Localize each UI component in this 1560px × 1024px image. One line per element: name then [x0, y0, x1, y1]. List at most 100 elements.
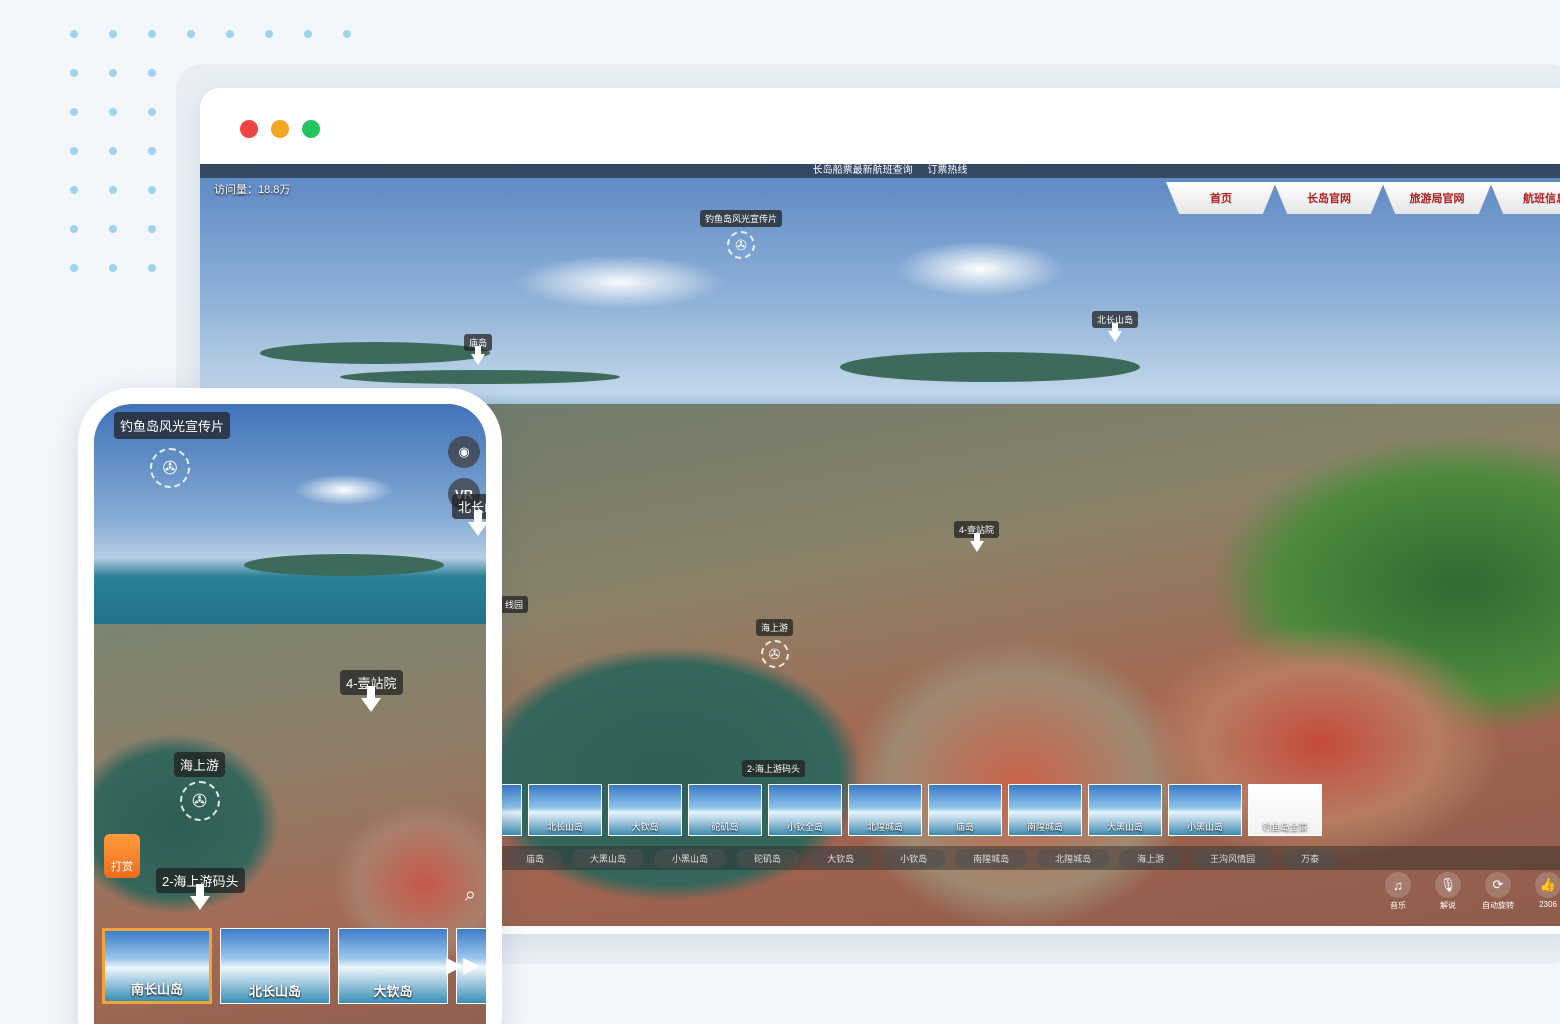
- like-count: 2306: [1539, 900, 1557, 909]
- hotspot-label: 海上游: [756, 619, 794, 636]
- decorative-dot: [148, 30, 156, 38]
- hotspot-beichangshan[interactable]: 北长山岛: [1092, 311, 1139, 342]
- down-arrow-icon: [1108, 323, 1122, 342]
- decorative-dot: [304, 30, 312, 38]
- hotspot-label: 线园: [500, 596, 529, 613]
- hotspot-tuodao[interactable]: 庙岛: [464, 334, 493, 365]
- decorative-dot: [70, 186, 78, 194]
- close-window-button[interactable]: [240, 120, 258, 138]
- hotspot-label: 2-海上游码头: [742, 760, 806, 777]
- category-item[interactable]: 庙岛: [508, 848, 563, 868]
- tool-label: 音乐: [1390, 901, 1406, 910]
- category-item[interactable]: 大钦岛: [809, 848, 873, 868]
- ticket-hotline-link[interactable]: 订票热线: [927, 165, 967, 176]
- category-item[interactable]: 万泰: [1283, 848, 1338, 868]
- thumbnail-label: 大黑山岛: [1106, 822, 1143, 832]
- hotspot-matou[interactable]: 2-海上游码头: [156, 868, 245, 910]
- hotspot-label: 海上游: [174, 752, 226, 777]
- decorative-dot: [70, 264, 78, 272]
- island-shape: [340, 370, 620, 384]
- hotspot-haishangyou[interactable]: 海上游 ✇: [174, 752, 226, 821]
- tab-tourism-bureau[interactable]: 旅游局官网: [1382, 182, 1492, 214]
- mic-icon: 🎙: [1435, 872, 1461, 898]
- scene-thumbnail[interactable]: 小钦全岛: [768, 784, 842, 836]
- like-icon: 👍: [1535, 872, 1560, 898]
- mobile-panorama-viewer[interactable]: 钓鱼岛风光宣传片 ✇ ◉ VR 北长山 4-壹站院 海上游 ✇ 2-海上游码头 …: [94, 404, 486, 1024]
- decorative-dot: [109, 186, 117, 194]
- visit-counter: 访问量：18.8万: [214, 184, 291, 196]
- decorative-dot: [109, 225, 117, 233]
- scene-thumbnail[interactable]: [500, 784, 522, 836]
- tab-flight-info[interactable]: 航班信息: [1490, 182, 1560, 214]
- down-arrow-icon: [190, 884, 211, 910]
- scene-thumbnail[interactable]: 庙岛: [928, 784, 1002, 836]
- thumbnail-label: 北长山岛: [248, 984, 301, 999]
- flight-query-link[interactable]: 长岛船票最新航班查询: [813, 165, 913, 176]
- film-reel-icon[interactable]: ✇: [150, 448, 190, 488]
- category-item[interactable]: 砣矶岛: [736, 848, 800, 868]
- hotspot-promo-video[interactable]: 钓鱼岛风光宣传片 ✇: [700, 210, 783, 259]
- tab-home[interactable]: 首页: [1166, 182, 1276, 214]
- category-item[interactable]: 北隍城岛: [1037, 848, 1110, 868]
- category-item[interactable]: 南隍城岛: [955, 848, 1028, 868]
- maximize-window-button[interactable]: [302, 120, 320, 138]
- hotspot-yizhanyuan[interactable]: 4-壹站院: [340, 670, 403, 712]
- thumbnail-label: 钓鱼岛全景: [1262, 822, 1308, 832]
- like-button[interactable]: 👍 2306: [1528, 872, 1560, 911]
- scene-thumbnail[interactable]: 砣矶岛: [688, 784, 762, 836]
- scene-thumbnail[interactable]: 小黑山岛: [1168, 784, 1242, 836]
- thumbnail-label: 大钦岛: [373, 984, 413, 999]
- decorative-dot: [109, 147, 117, 155]
- island-shape: [244, 554, 444, 576]
- hotspot-label: 钓鱼岛风光宣传片: [700, 210, 783, 227]
- film-reel-icon: ✇: [179, 781, 220, 821]
- tip-button[interactable]: 打赏: [104, 834, 140, 878]
- scene-thumbnail-strip: 北长山岛 大钦岛 砣矶岛 小钦全岛 北隍城岛 庙岛 南隍城岛 大黑山岛 小黑山岛…: [500, 784, 1322, 836]
- down-arrow-icon: [467, 510, 486, 536]
- category-item[interactable]: 海上游: [1119, 848, 1183, 868]
- decorative-dot: [109, 108, 117, 116]
- decorative-dot: [148, 69, 156, 77]
- category-item[interactable]: 大黑山岛: [572, 848, 645, 868]
- scene-thumbnail[interactable]: 大黑山岛: [1088, 784, 1162, 836]
- scene-thumbnail[interactable]: 北长山岛: [528, 784, 602, 836]
- decorative-dot: [70, 30, 78, 38]
- hotspot-matou[interactable]: 2-海上游码头: [742, 760, 806, 777]
- decorative-dot: [148, 186, 156, 194]
- mobile-phone-frame: 钓鱼岛风光宣传片 ✇ ◉ VR 北长山 4-壹站院 海上游 ✇ 2-海上游码头 …: [78, 388, 502, 1024]
- minimize-window-button[interactable]: [271, 120, 289, 138]
- thumbnail-label: 砣矶岛: [711, 822, 739, 832]
- eye-icon[interactable]: ◉: [448, 436, 480, 468]
- film-reel-icon: ✇: [727, 231, 755, 259]
- music-button[interactable]: ♫ 音乐: [1378, 872, 1418, 911]
- scene-category-bar: 庙岛 大黑山岛 小黑山岛 砣矶岛 大钦岛 小钦岛 南隍城岛 北隍城岛 海上游 王…: [500, 846, 1560, 870]
- category-item[interactable]: 小黑山岛: [654, 848, 727, 868]
- search-icon[interactable]: ⌕: [465, 884, 476, 907]
- narration-button[interactable]: 🎙 解说: [1428, 872, 1468, 911]
- hotspot-haishangyou[interactable]: 海上游 ✇: [756, 619, 794, 668]
- hotspot-edge[interactable]: 线园: [500, 596, 529, 613]
- scene-thumbnail[interactable]: 大钦岛: [338, 928, 448, 1004]
- top-link-bar: 长岛船票最新航班查询 订票热线: [200, 164, 1560, 178]
- hotspot-beichangshan[interactable]: 北长山: [452, 494, 486, 536]
- scene-thumbnail[interactable]: 大钦岛: [608, 784, 682, 836]
- category-item[interactable]: 王沟风情园: [1192, 848, 1274, 868]
- window-controls: [240, 120, 320, 138]
- scene-thumbnail[interactable]: 北隍城岛: [848, 784, 922, 836]
- down-arrow-icon: [471, 346, 485, 365]
- down-arrow-icon: [361, 686, 382, 712]
- next-arrow-icon[interactable]: ▶▶: [446, 952, 480, 978]
- scene-thumbnail[interactable]: 南长山岛: [102, 928, 212, 1004]
- scene-thumbnail[interactable]: 钓鱼岛全景: [1248, 784, 1322, 836]
- scene-thumbnail[interactable]: 北长山岛: [220, 928, 330, 1004]
- auto-rotate-button[interactable]: ⟳ 自动旋转: [1478, 872, 1518, 911]
- decorative-dot: [343, 30, 351, 38]
- hotspot-yizhanyuan[interactable]: 4-壹站院: [954, 521, 1000, 552]
- scene-thumbnail[interactable]: 南隍城岛: [1008, 784, 1082, 836]
- thumbnail-label: 大钦岛: [631, 822, 659, 832]
- mobile-promo-title[interactable]: 钓鱼岛风光宣传片: [114, 412, 231, 439]
- category-item[interactable]: 小钦岛: [882, 848, 946, 868]
- decorative-dot: [70, 147, 78, 155]
- tab-changdao-site[interactable]: 长岛官网: [1274, 182, 1384, 214]
- decorative-dot: [187, 30, 195, 38]
